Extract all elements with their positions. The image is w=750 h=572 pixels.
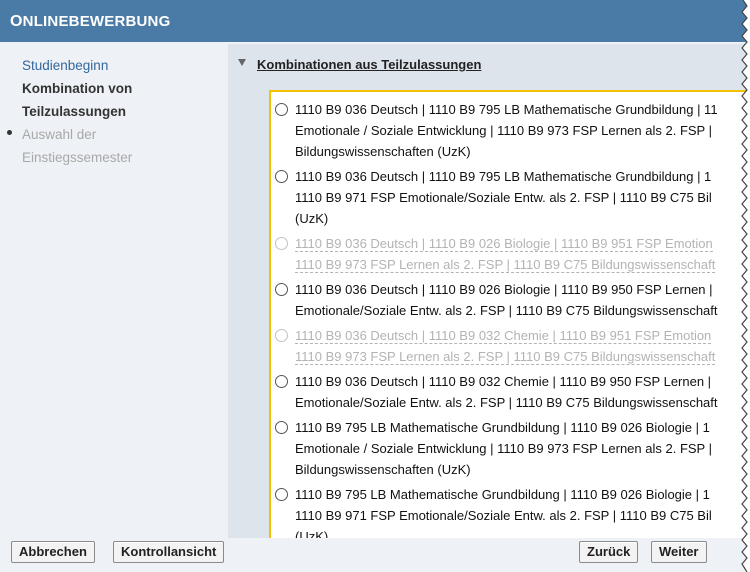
option-text: Emotionale/Soziale Entw. als 2. FSP | 11… [295,395,718,410]
current-step-bullet [7,130,12,135]
section-title[interactable]: Kombinationen aus Teilzulassungen [257,57,481,72]
option-text: 1110 B9 973 FSP Lernen als 2. FSP | 1110… [295,257,716,273]
option-text: 1110 B9 036 Deutsch | 1110 B9 032 Chemie… [295,328,712,344]
option-text: Bildungswissenschaften (UzK) [295,144,471,159]
step-kombination-line2: Teilzulassungen [22,104,127,119]
option-text: 1110 B9 795 LB Mathematische Grundbildun… [295,487,710,502]
application-window: ONLINEBEWERBUNG Studienbeginn Kombinatio… [0,0,750,572]
footer-bar: Abbrechen Kontrollansicht Zurück Weiter [0,538,750,572]
radio-button [275,329,288,342]
collapse-triangle-icon[interactable] [238,59,246,66]
radio-button[interactable] [275,170,288,183]
option-text: 1110 B9 036 Deutsch | 1110 B9 795 LB Mat… [295,169,712,184]
step-studienbeginn[interactable]: Studienbeginn [22,54,108,77]
option-text: 1110 B9 036 Deutsch | 1110 B9 795 LB Mat… [295,102,718,117]
radio-button[interactable] [275,375,288,388]
option-text: 1110 B9 795 LB Mathematische Grundbildun… [295,420,710,435]
option-text: 1110 B9 971 FSP Emotionale/Soziale Entw.… [295,190,712,205]
option-text: Emotionale / Soziale Entwicklung | 1110 … [295,123,712,138]
app-title: ONLINEBEWERBUNG [10,13,171,30]
next-button[interactable]: Weiter [651,541,707,563]
option-text: 1110 B9 971 FSP Emotionale/Soziale Entw.… [295,508,712,523]
main-content: Kombinationen aus Teilzulassungen 1110 B… [228,44,750,538]
radio-button[interactable] [275,421,288,434]
option-text: 1110 B9 036 Deutsch | 1110 B9 026 Biolog… [295,282,713,297]
step-kombination-line1: Kombination von [22,81,133,96]
back-button[interactable]: Zurück [579,541,639,563]
cancel-button[interactable]: Abbrechen [11,541,95,563]
option-text: Emotionale / Soziale Entwicklung | 1110 … [295,441,712,456]
steps-sidebar: Studienbeginn Kombination von Teilzulass… [0,44,226,538]
step-auswahl-line1: Auswahl der [22,127,97,142]
radio-button[interactable] [275,283,288,296]
radio-button[interactable] [275,488,288,501]
torn-edge [741,0,750,572]
title-bar: ONLINEBEWERBUNG [0,0,750,42]
option-text: 1110 B9 036 Deutsch | 1110 B9 026 Biolog… [295,236,713,252]
review-button[interactable]: Kontrollansicht [113,541,225,563]
radio-button [275,237,288,250]
step-auswahl-line2: Einstiegssemester [22,150,133,165]
option-text: Emotionale/Soziale Entw. als 2. FSP | 11… [295,303,718,318]
radio-button[interactable] [275,103,288,116]
section-header[interactable]: Kombinationen aus Teilzulassungen [228,44,750,84]
option-text: (UzK) [295,529,329,538]
option-text: 1110 B9 036 Deutsch | 1110 B9 032 Chemie… [295,374,712,389]
option-text: Bildungswissenschaften (UzK) [295,462,471,477]
option-text: (UzK) [295,211,329,226]
combinations-list: 1110 B9 036 Deutsch | 1110 B9 795 LB Mat… [269,90,750,538]
option-text: 1110 B9 973 FSP Lernen als 2. FSP | 1110… [295,349,716,365]
